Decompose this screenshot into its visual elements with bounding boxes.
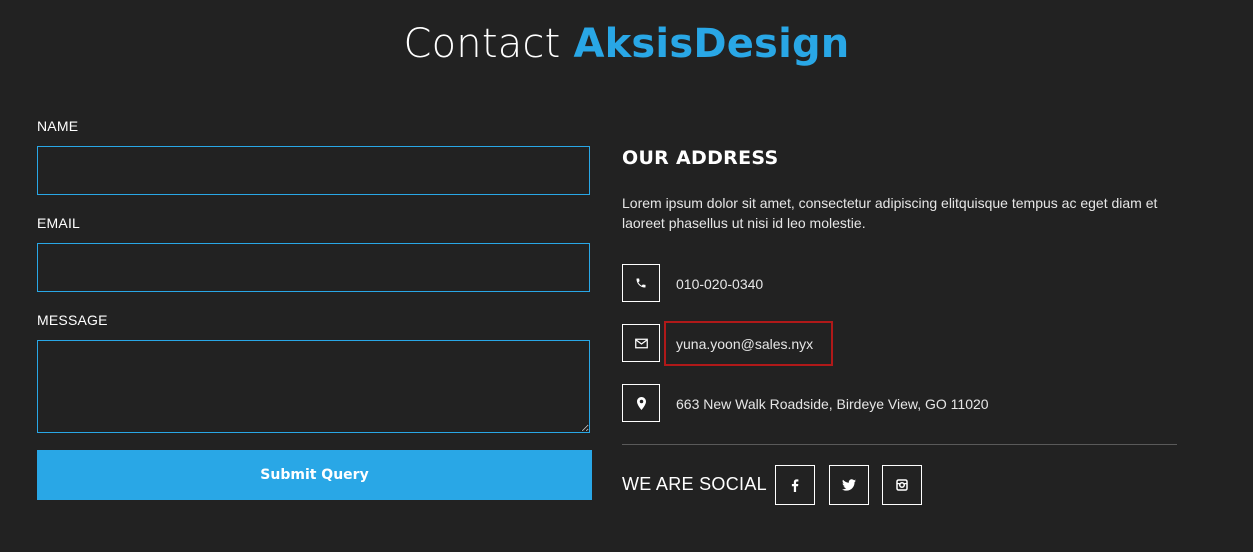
- social-label: WE ARE SOCIAL: [622, 474, 767, 494]
- location-text: 663 New Walk Roadside, Birdeye View, GO …: [676, 396, 989, 412]
- message-label: MESSAGE: [37, 312, 108, 328]
- submit-button[interactable]: Submit Query: [37, 450, 592, 500]
- twitter-icon[interactable]: [829, 465, 869, 505]
- envelope-icon: [622, 324, 660, 362]
- divider: [622, 444, 1177, 445]
- address-description: Lorem ipsum dolor sit amet, consectetur …: [622, 195, 1158, 231]
- instagram-icon[interactable]: [882, 465, 922, 505]
- email-input[interactable]: [37, 243, 590, 292]
- title-prefix: Contact: [403, 21, 574, 67]
- facebook-icon[interactable]: [775, 465, 815, 505]
- page-title: Contact AksisDesign: [0, 18, 1253, 70]
- message-textarea[interactable]: [37, 340, 590, 433]
- email-highlight-box: [664, 321, 833, 366]
- name-input[interactable]: [37, 146, 590, 195]
- phone-text: 010-020-0340: [676, 276, 764, 292]
- email-label: EMAIL: [37, 215, 81, 231]
- name-label: NAME: [37, 118, 79, 134]
- address-heading: OUR ADDRESS: [622, 147, 779, 169]
- phone-icon: [622, 264, 660, 302]
- map-marker-icon: [622, 384, 660, 422]
- title-brand: AksisDesign: [573, 21, 850, 67]
